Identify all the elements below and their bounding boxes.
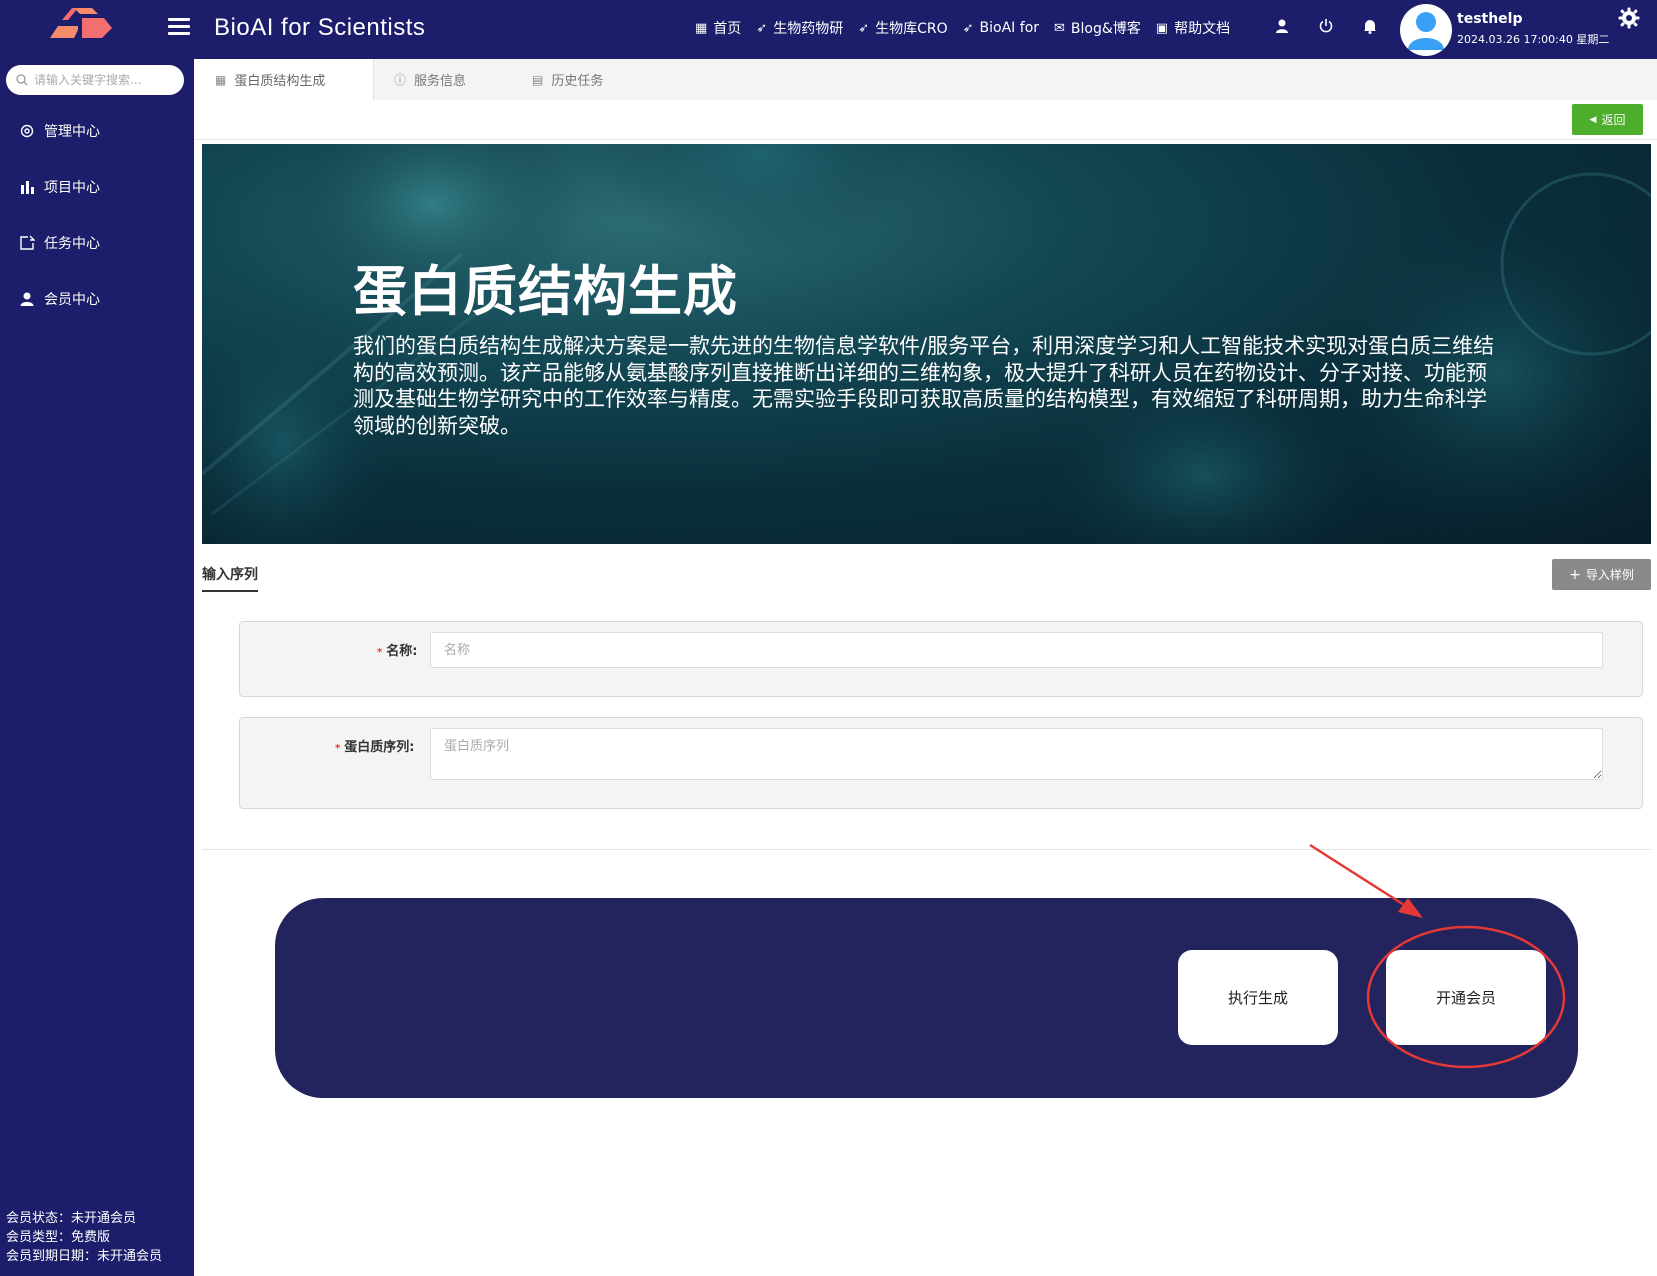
sidebar-item-projects[interactable]: 项目中心 — [18, 177, 100, 197]
sidebar-search — [6, 65, 184, 95]
user-icon — [18, 290, 36, 308]
section-title: 输入序列 — [202, 564, 258, 592]
sidebar: 管理中心 项目中心 任务中心 会员中心 会员状态：未开通会员 会员类型：免费版 … — [0, 59, 194, 1276]
banner-description: 我们的蛋白质结构生成解决方案是一款先进的生物信息学软件/服务平台，利用深度学习和… — [353, 334, 1495, 438]
member-info: 会员状态：未开通会员 会员类型：免费版 会员到期日期：未开通会员 — [6, 1209, 162, 1266]
top-header: BioAI for Scientists ▦ 首页 ➶ 生物药物研 ➶ 生物库CRO … — [0, 0, 1657, 59]
tab-history[interactable]: ▤ 历史任务 — [532, 59, 662, 100]
toolbar-divider — [194, 139, 1657, 140]
sequence-textarea[interactable] — [430, 728, 1603, 780]
required-icon: * — [335, 743, 341, 754]
member-expiry: 会员到期日期：未开通会员 — [6, 1249, 163, 1264]
sequence-label: * 蛋白质序列: — [335, 740, 415, 755]
back-button[interactable]: ◀ 返回 — [1572, 104, 1643, 135]
nav-biopharma[interactable]: ➶ 生物药物研 — [756, 18, 843, 38]
user-icon[interactable] — [1274, 18, 1290, 34]
tab-protein-structure[interactable]: ▦ 蛋白质结构生成 — [194, 59, 374, 100]
app-title: BioAI for Scientists — [214, 14, 426, 41]
activate-membership-button[interactable]: 开通会员 — [1386, 950, 1546, 1045]
member-type: 会员类型：免费版 — [6, 1230, 111, 1245]
tab-bar: ▦ 蛋白质结构生成 ⓘ 服务信息 ▤ 历史任务 — [194, 59, 1657, 100]
hero-banner: 蛋白质结构生成 我们的蛋白质结构生成解决方案是一款先进的生物信息学软件/服务平台… — [202, 144, 1651, 544]
avatar[interactable] — [1400, 4, 1452, 56]
bar-chart-icon — [18, 178, 36, 196]
sidebar-item-tasks[interactable]: 任务中心 — [18, 233, 100, 253]
plus-icon: + — [1569, 566, 1581, 583]
nav-cro[interactable]: ➶ 生物库CRO — [858, 18, 947, 38]
send-icon: ➶ — [756, 20, 768, 36]
chat-icon: ✉ — [1054, 20, 1065, 36]
power-icon[interactable] — [1318, 18, 1334, 34]
name-input[interactable] — [430, 632, 1603, 668]
name-form-group: * 名称: — [239, 621, 1643, 697]
member-status: 会员状态：未开通会员 — [6, 1211, 137, 1226]
info-icon: ⓘ — [394, 73, 407, 87]
app-logo[interactable] — [48, 8, 114, 40]
send-icon: ➶ — [858, 20, 870, 36]
grid-icon: ▦ — [215, 72, 227, 87]
doc-icon: ▤ — [532, 72, 544, 87]
nav-help[interactable]: ▣ 帮助文档 — [1156, 18, 1230, 38]
gear-icon — [18, 122, 36, 140]
tab-service-info[interactable]: ⓘ 服务信息 — [394, 59, 524, 100]
nav-blog[interactable]: ✉ Blog&博客 — [1054, 18, 1141, 38]
banner-title: 蛋白质结构生成 — [353, 260, 738, 323]
top-nav: ▦ 首页 ➶ 生物药物研 ➶ 生物库CRO ➶ BioAI for ✉ Blog&博客 ▣… — [695, 18, 1245, 38]
search-icon — [16, 74, 28, 86]
menu-toggle-icon[interactable] — [168, 18, 190, 38]
gear-icon[interactable] — [1617, 6, 1641, 30]
sequence-form-group: * 蛋白质序列: — [239, 717, 1643, 809]
required-icon: * — [377, 647, 383, 658]
nav-bioai[interactable]: ➶ BioAI for — [963, 20, 1039, 36]
name-label: * 名称: — [377, 644, 418, 659]
nav-home[interactable]: ▦ 首页 — [695, 18, 741, 38]
sidebar-item-membership[interactable]: 会员中心 — [18, 289, 100, 309]
grid-icon: ▦ — [695, 20, 708, 36]
content-divider — [202, 849, 1651, 850]
send-icon: ➶ — [962, 20, 974, 36]
run-generation-button[interactable]: 执行生成 — [1178, 950, 1338, 1045]
user-name: testhelp — [1457, 11, 1523, 27]
caret-left-icon: ◀ — [1589, 114, 1597, 125]
share-icon — [18, 234, 36, 252]
search-input[interactable] — [34, 73, 174, 87]
bell-icon[interactable] — [1362, 18, 1378, 34]
import-sample-button[interactable]: + 导入样例 — [1552, 559, 1651, 590]
user-datetime: 2024.03.26 17:00:40 星期二 — [1457, 33, 1610, 46]
doc-icon: ▣ — [1155, 20, 1169, 36]
action-panel: 执行生成 开通会员 — [275, 898, 1578, 1098]
sidebar-item-admin[interactable]: 管理中心 — [18, 121, 100, 141]
